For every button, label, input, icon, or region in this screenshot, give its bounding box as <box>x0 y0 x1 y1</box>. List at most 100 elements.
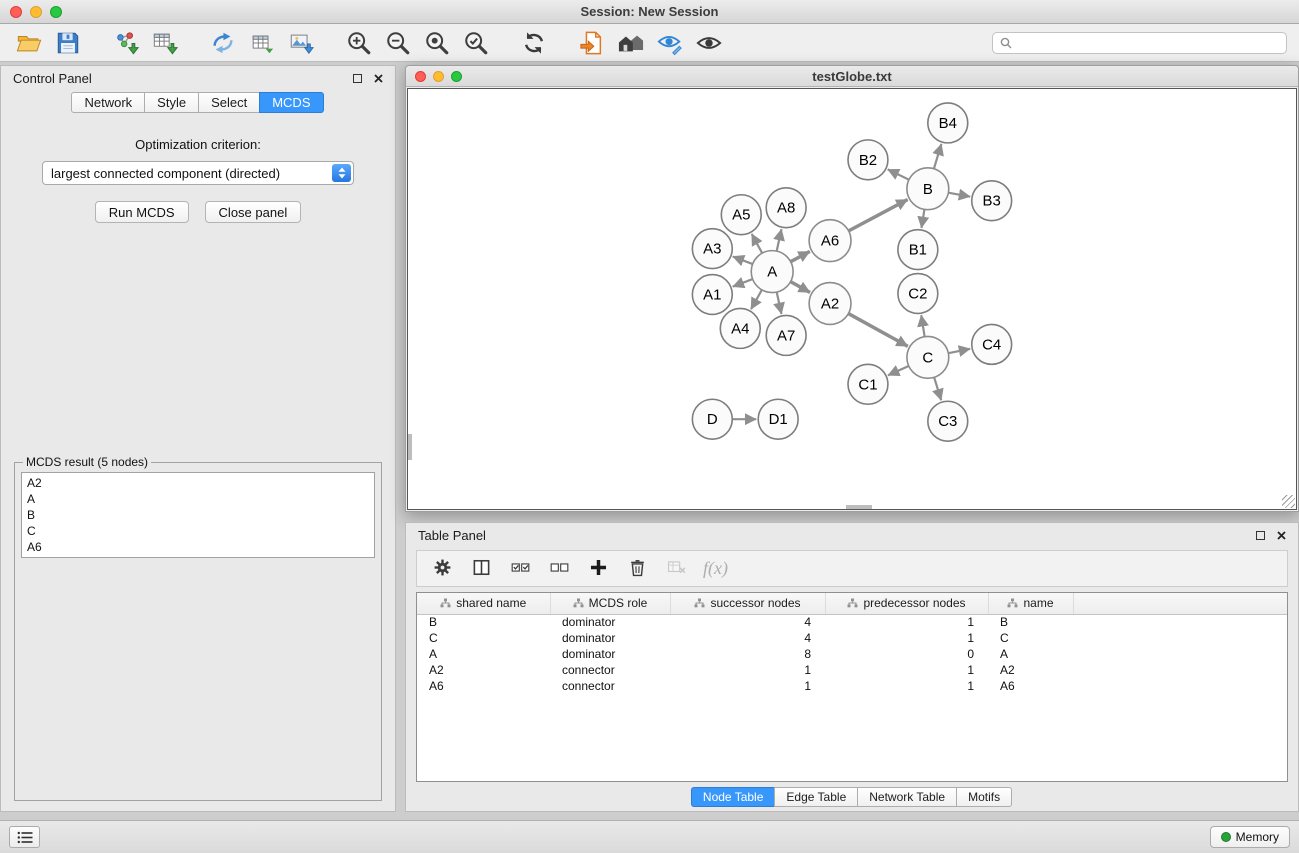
network-maximize-button[interactable] <box>451 71 462 82</box>
graph-node-A7[interactable]: A7 <box>766 315 806 355</box>
graph-edge-A-A1[interactable] <box>733 279 753 287</box>
graph-edge-C-C3[interactable] <box>934 377 941 400</box>
unselect-all-button[interactable] <box>542 553 577 584</box>
table-settings-button[interactable] <box>425 553 460 584</box>
graph-edge-A6-B[interactable] <box>849 200 908 231</box>
import-network-button[interactable] <box>109 27 143 59</box>
control-tab-network[interactable]: Network <box>71 92 145 113</box>
column-header-successor-nodes[interactable]: successor nodes <box>670 593 825 614</box>
panel-menu-button[interactable] <box>9 826 40 848</box>
graph-node-D1[interactable]: D1 <box>758 399 798 439</box>
cell-successor-nodes[interactable]: 4 <box>670 630 825 646</box>
mcds-result-item[interactable]: C <box>22 523 374 539</box>
network-close-button[interactable] <box>415 71 426 82</box>
graph-edge-A-A4[interactable] <box>751 290 762 309</box>
cell-MCDS-role[interactable]: dominator <box>550 614 670 630</box>
graph-edge-A-A6[interactable] <box>791 251 810 261</box>
cell-shared-name[interactable]: A6 <box>417 678 550 694</box>
edit-view-button[interactable] <box>653 27 687 59</box>
graph-node-A[interactable]: A <box>751 251 793 293</box>
memory-button[interactable]: Memory <box>1210 826 1290 848</box>
column-header-MCDS-role[interactable]: MCDS role <box>550 593 670 614</box>
graph-node-B1[interactable]: B1 <box>898 230 938 270</box>
table-row[interactable]: Adominator80A <box>417 646 1287 662</box>
cell-predecessor-nodes[interactable]: 1 <box>825 678 988 694</box>
graph-edge-B-B3[interactable] <box>948 193 970 197</box>
cell-name[interactable]: A6 <box>988 678 1073 694</box>
resize-grip[interactable] <box>1282 495 1295 508</box>
save-session-button[interactable] <box>51 27 85 59</box>
table-row[interactable]: A2connector11A2 <box>417 662 1287 678</box>
graph-edge-A-A2[interactable] <box>791 282 810 293</box>
cell-MCDS-role[interactable]: dominator <box>550 630 670 646</box>
mcds-result-item[interactable]: A <box>22 491 374 507</box>
run-mcds-button[interactable]: Run MCDS <box>95 201 189 223</box>
graph-node-B3[interactable]: B3 <box>972 181 1012 221</box>
zoom-selected-button[interactable] <box>459 27 493 59</box>
graph-node-A2[interactable]: A2 <box>809 283 851 325</box>
cell-predecessor-nodes[interactable]: 0 <box>825 646 988 662</box>
cell-successor-nodes[interactable]: 1 <box>670 662 825 678</box>
window-titlebar[interactable]: Session: New Session <box>0 0 1299 24</box>
network-graph[interactable]: AA1A2A3A4A5A6A7A8BB1B2B3B4CC1C2C3C4DD1 <box>408 89 1296 509</box>
network-minimize-button[interactable] <box>433 71 444 82</box>
zoom-out-button[interactable] <box>381 27 415 59</box>
cell-MCDS-role[interactable]: connector <box>550 662 670 678</box>
cell-successor-nodes[interactable]: 1 <box>670 678 825 694</box>
control-tab-mcds[interactable]: MCDS <box>259 92 323 113</box>
cell-predecessor-nodes[interactable]: 1 <box>825 614 988 630</box>
network-view-canvas[interactable]: AA1A2A3A4A5A6A7A8BB1B2B3B4CC1C2C3C4DD1 <box>407 88 1297 510</box>
control-tab-select[interactable]: Select <box>198 92 260 113</box>
cell-MCDS-role[interactable]: connector <box>550 678 670 694</box>
graph-node-A8[interactable]: A8 <box>766 188 806 228</box>
cell-shared-name[interactable]: A2 <box>417 662 550 678</box>
control-tab-style[interactable]: Style <box>144 92 199 113</box>
graph-node-C2[interactable]: C2 <box>898 274 938 314</box>
graph-edge-A-A5[interactable] <box>752 234 762 253</box>
search-input[interactable] <box>1017 36 1279 50</box>
graph-node-C3[interactable]: C3 <box>928 401 968 441</box>
file-transfer-button[interactable] <box>575 27 609 59</box>
column-header-predecessor-nodes[interactable]: predecessor nodes <box>825 593 988 614</box>
graph-node-A4[interactable]: A4 <box>720 308 760 348</box>
apply-layout-button[interactable] <box>517 27 551 59</box>
graph-node-A6[interactable]: A6 <box>809 220 851 262</box>
graph-edge-B-B1[interactable] <box>921 209 924 228</box>
cell-name[interactable]: A2 <box>988 662 1073 678</box>
graph-edge-A-A7[interactable] <box>777 292 782 314</box>
table-tab-network-table[interactable]: Network Table <box>857 787 957 807</box>
graph-edge-C-C1[interactable] <box>888 366 909 375</box>
table-tab-node-table[interactable]: Node Table <box>691 787 776 807</box>
cell-predecessor-nodes[interactable]: 1 <box>825 630 988 646</box>
graph-edge-C-C4[interactable] <box>948 349 970 353</box>
cell-name[interactable]: A <box>988 646 1073 662</box>
cell-shared-name[interactable]: A <box>417 646 550 662</box>
export-network-button[interactable] <box>206 27 240 59</box>
maximize-window-button[interactable] <box>50 6 62 18</box>
mcds-result-item[interactable]: A2 <box>22 475 374 491</box>
delete-table-button[interactable] <box>659 553 694 584</box>
open-session-button[interactable] <box>12 27 46 59</box>
home-button[interactable] <box>614 27 648 59</box>
show-view-button[interactable] <box>692 27 726 59</box>
delete-column-button[interactable] <box>620 553 655 584</box>
column-header-name[interactable]: name <box>988 593 1073 614</box>
graph-node-B4[interactable]: B4 <box>928 103 968 143</box>
graph-node-A1[interactable]: A1 <box>692 275 732 315</box>
close-panel-icon[interactable] <box>374 74 383 83</box>
graph-node-C[interactable]: C <box>907 336 949 378</box>
close-panel-button[interactable]: Close panel <box>205 201 302 223</box>
cell-MCDS-role[interactable]: dominator <box>550 646 670 662</box>
mcds-result-item[interactable]: A6 <box>22 539 374 555</box>
graph-node-D[interactable]: D <box>692 399 732 439</box>
float-table-panel-icon[interactable] <box>1256 531 1265 540</box>
cell-name[interactable]: C <box>988 630 1073 646</box>
cell-shared-name[interactable]: C <box>417 630 550 646</box>
criterion-dropdown[interactable]: largest connected component (directed) <box>42 161 354 185</box>
cell-shared-name[interactable]: B <box>417 614 550 630</box>
graph-node-A5[interactable]: A5 <box>721 195 761 235</box>
zoom-in-button[interactable] <box>342 27 376 59</box>
graph-node-A3[interactable]: A3 <box>692 229 732 269</box>
network-window-titlebar[interactable]: testGlobe.txt <box>406 66 1298 87</box>
minimize-window-button[interactable] <box>30 6 42 18</box>
